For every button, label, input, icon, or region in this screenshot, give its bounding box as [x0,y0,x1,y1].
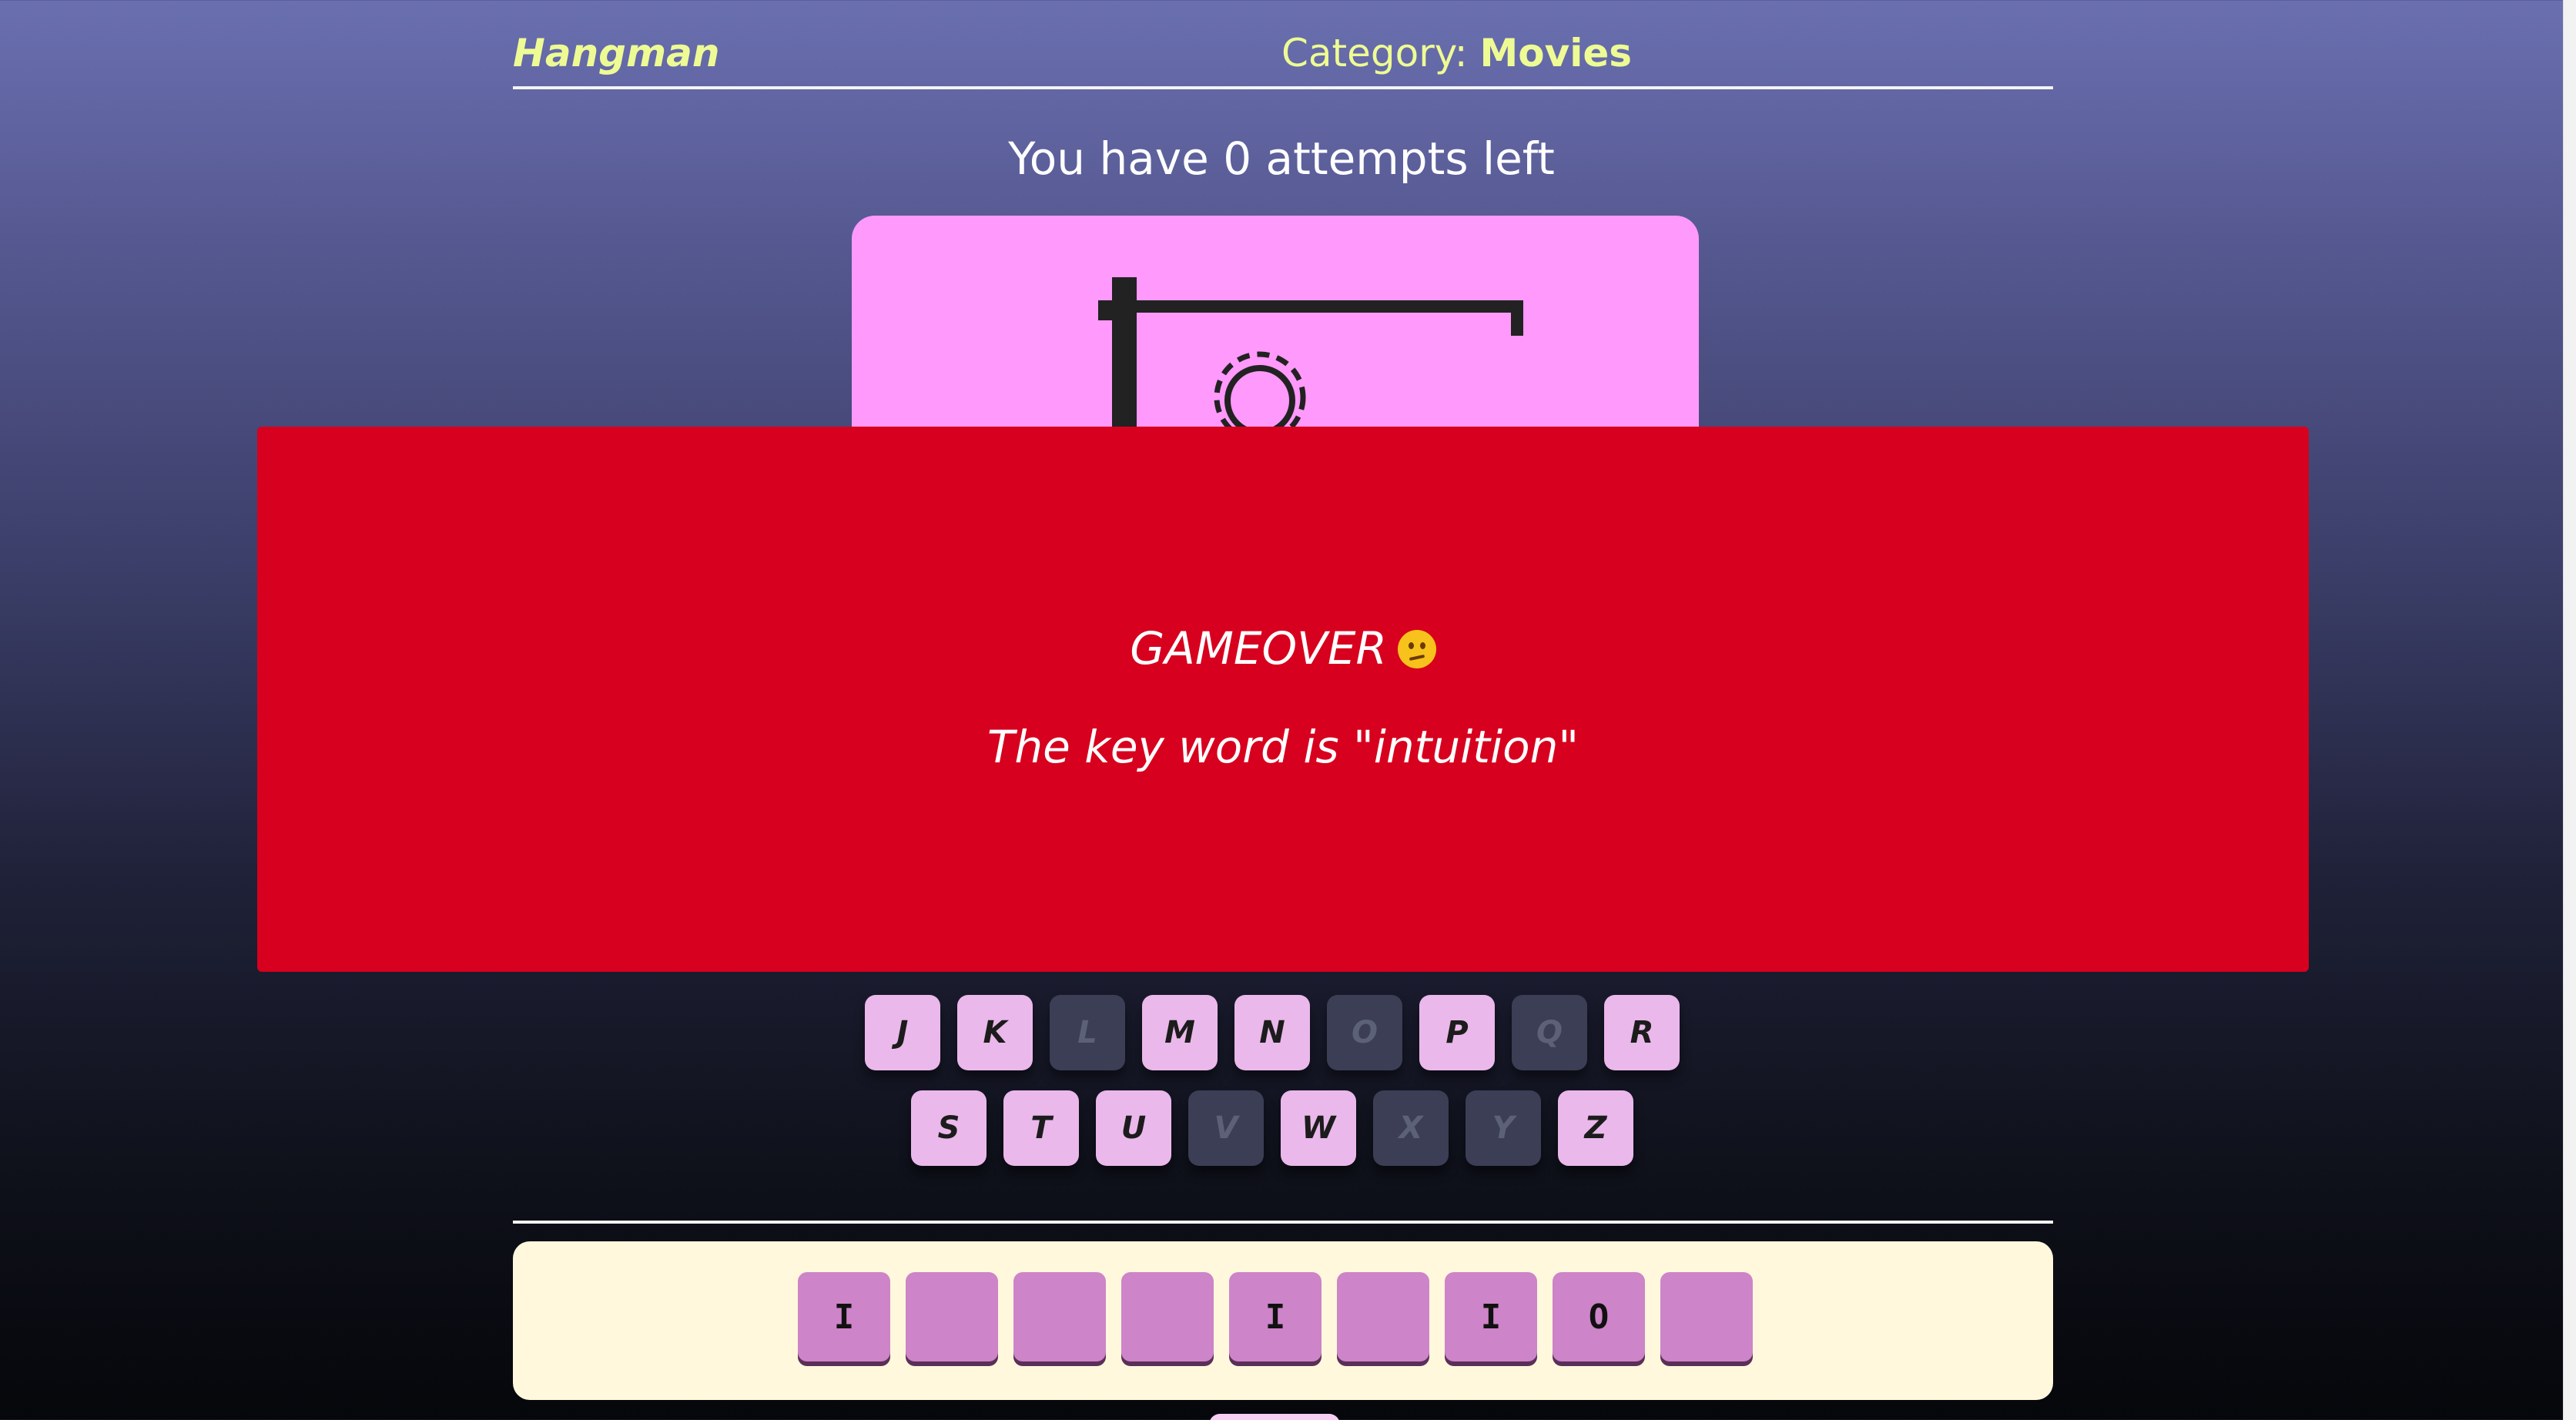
head [1224,365,1295,436]
key-k[interactable]: K [957,995,1033,1070]
letter-tile: I [1445,1272,1537,1361]
key-r[interactable]: R [1604,995,1680,1070]
key-y[interactable]: Y [1466,1090,1541,1166]
letter-tile: O [1553,1272,1645,1361]
category-value: Movies [1479,31,1633,75]
letter-tile: I [1229,1272,1321,1361]
letter-tile: I [798,1272,890,1361]
key-l[interactable]: L [1050,995,1125,1070]
confused-face-icon [1397,630,1436,668]
header: Hangman Category: Movies [513,26,2053,89]
letter-tile [906,1272,998,1361]
letter-tile [1337,1272,1429,1361]
key-p[interactable]: P [1419,995,1495,1070]
key-s[interactable]: S [911,1090,987,1166]
category-label: Category: [1281,31,1468,75]
bottom-button-peek[interactable] [1209,1414,1340,1420]
letter-tile [1013,1272,1106,1361]
key-q[interactable]: Q [1512,995,1587,1070]
key-w[interactable]: W [1281,1090,1356,1166]
brand-title[interactable]: Hangman [513,31,719,75]
gallows-beam [1112,300,1523,313]
key-m[interactable]: M [1142,995,1218,1070]
key-v[interactable]: V [1188,1090,1264,1166]
key-j[interactable]: J [865,995,940,1070]
keyword-message: The key word is "intuition" [987,721,1579,773]
gameover-title: GAMEOVER [1130,622,1387,675]
key-o[interactable]: O [1327,995,1402,1070]
letter-tile [1660,1272,1753,1361]
gameover-title-line: GAMEOVER [257,622,2309,675]
word-divider [513,1221,2053,1224]
key-u[interactable]: U [1096,1090,1171,1166]
key-n[interactable]: N [1234,995,1310,1070]
gallows-rope [1511,300,1523,336]
attempts-remaining: You have 0 attempts left [1008,132,1555,185]
key-x[interactable]: X [1373,1090,1449,1166]
word-panel: IIIO [513,1241,2053,1400]
gameover-overlay: GAMEOVER The key word is "intuition" [257,427,2309,972]
page-scrollbar[interactable] [2563,0,2576,1420]
key-t[interactable]: T [1003,1090,1079,1166]
category-display: Category: Movies [1281,31,1632,75]
key-z[interactable]: Z [1558,1090,1633,1166]
letter-tile [1121,1272,1214,1361]
